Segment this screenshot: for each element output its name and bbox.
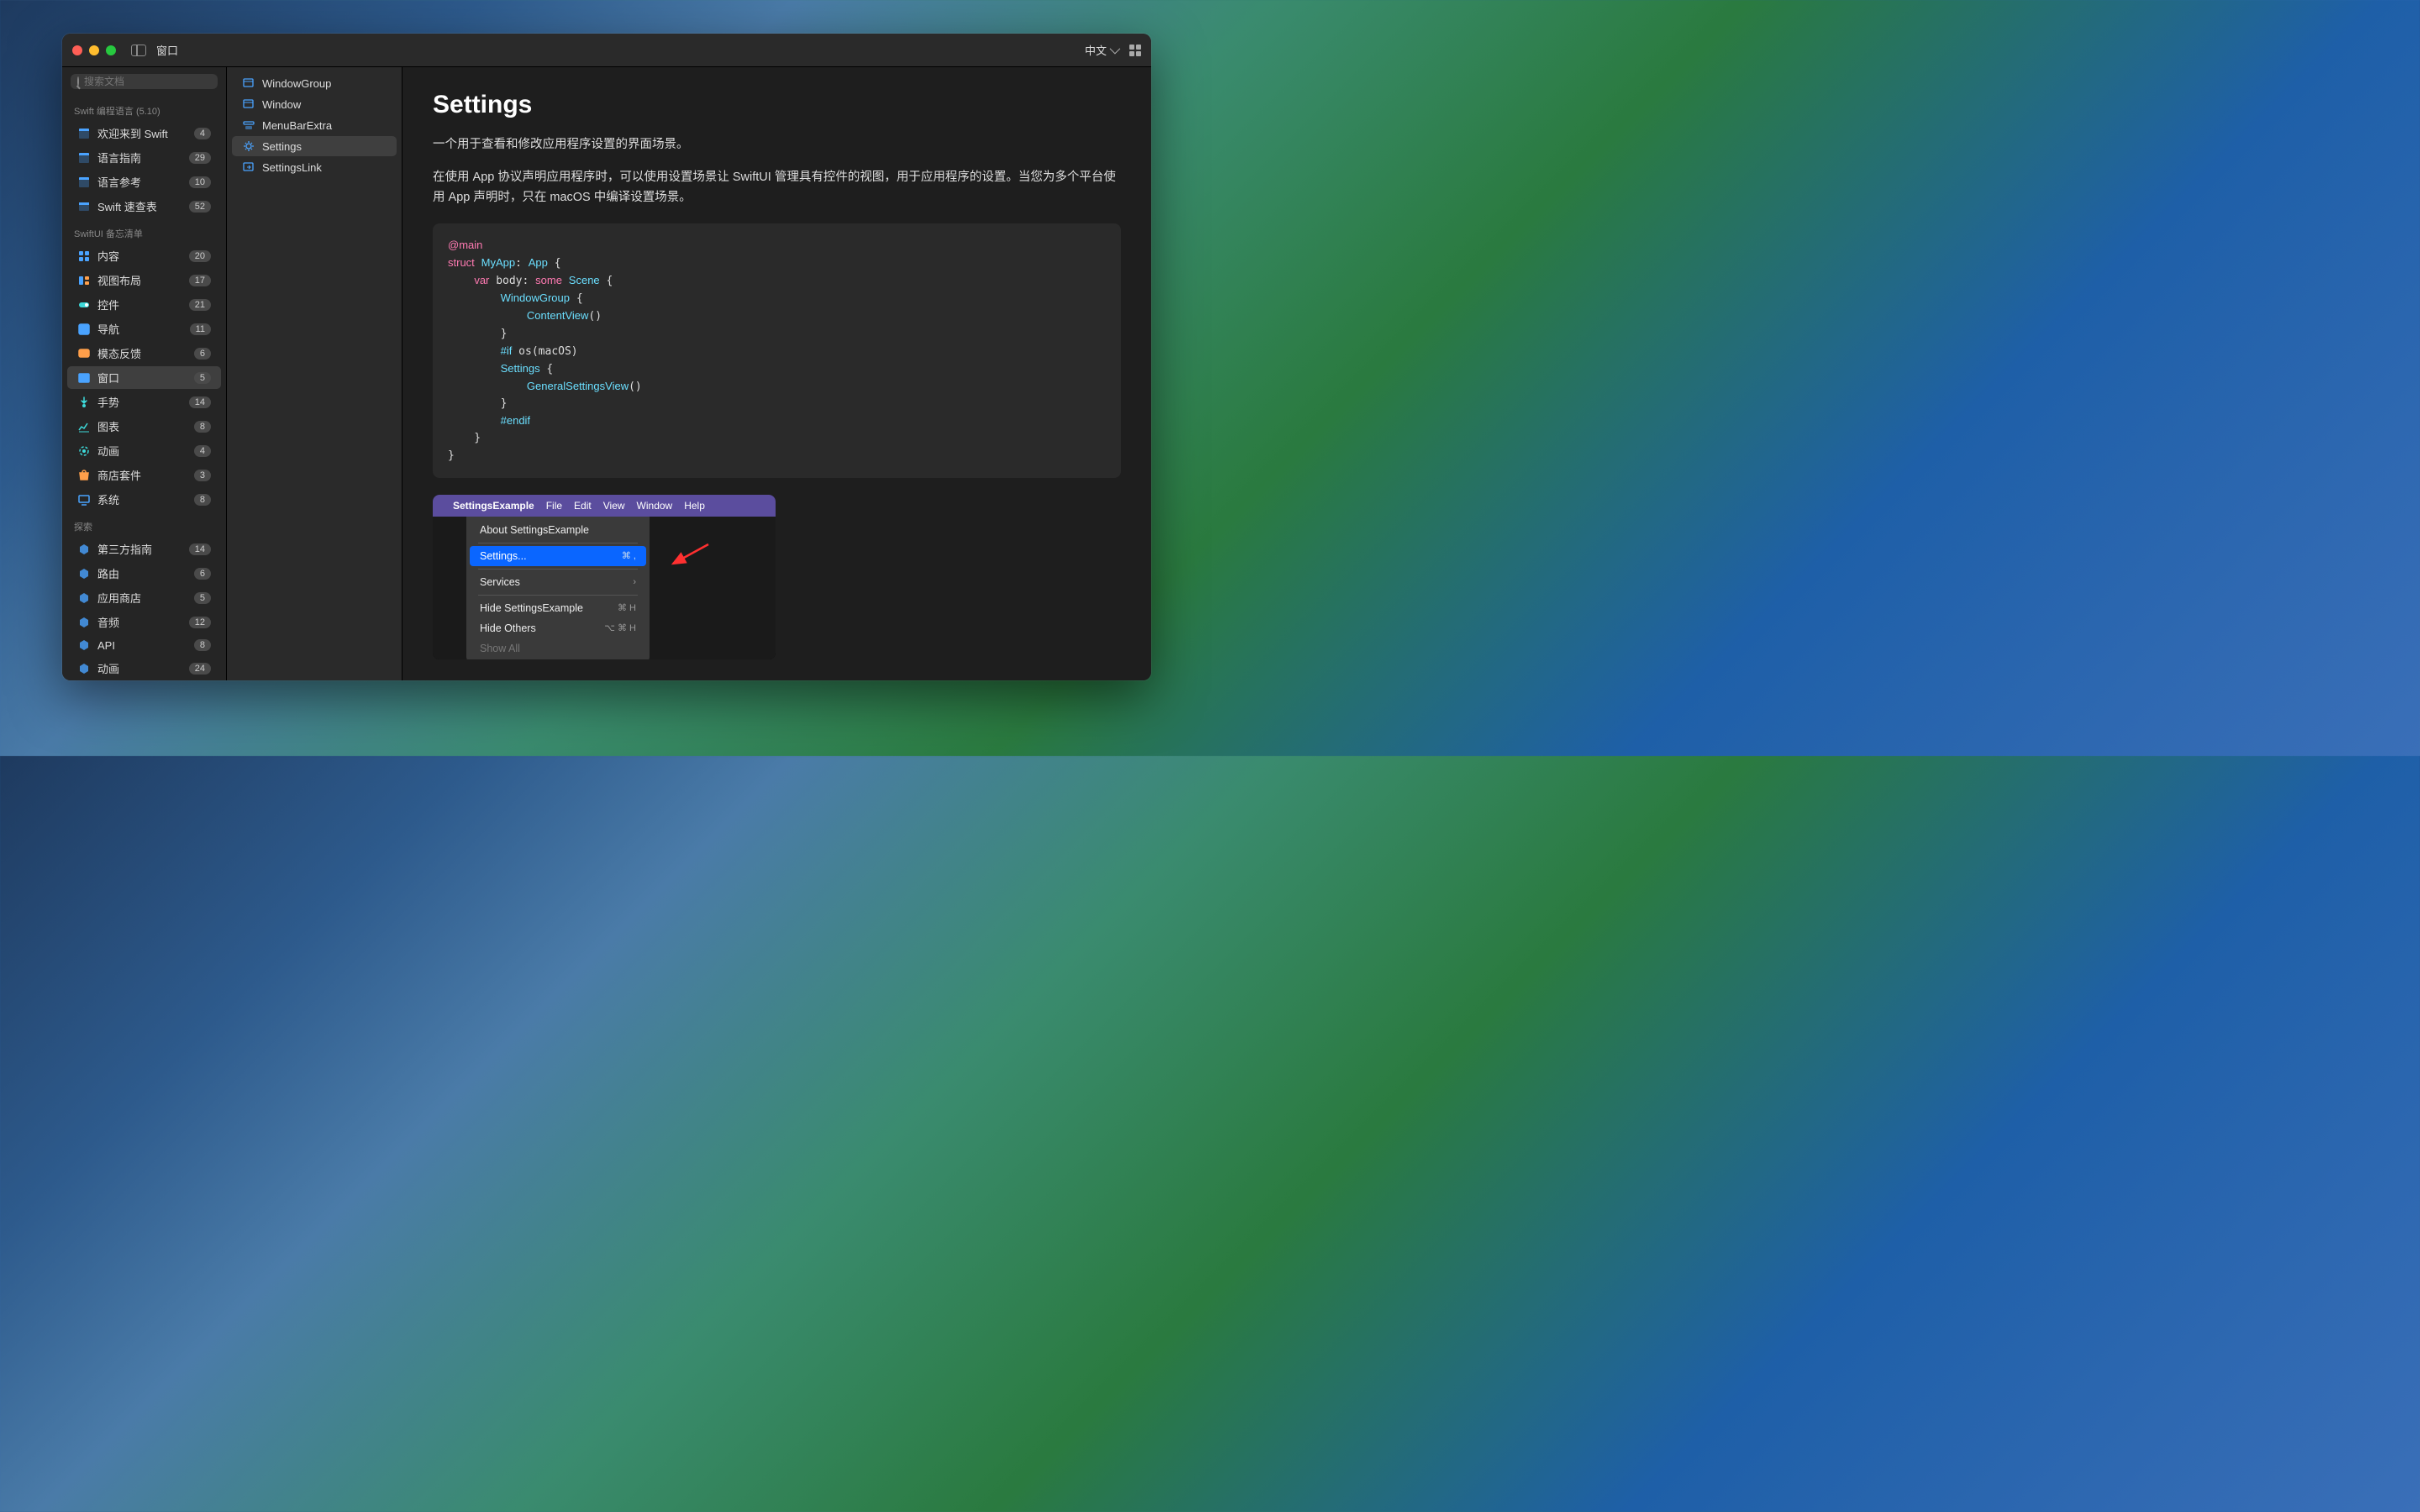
section-header-explore: 探索 <box>62 512 226 537</box>
menu-help: Help <box>684 500 705 512</box>
sidebar-item-window[interactable]: 窗口5 <box>67 366 221 389</box>
grid-icon[interactable] <box>1129 45 1141 56</box>
topic-list: WindowGroup Window MenuBarExtra Settings… <box>226 67 402 680</box>
page-description: 一个用于查看和修改应用程序设置的界面场景。 <box>433 134 1121 155</box>
topic-settings[interactable]: Settings <box>232 136 397 156</box>
example-app-name: SettingsExample <box>453 500 534 512</box>
sidebar-item-anim2[interactable]: 动画24 <box>67 657 221 680</box>
sidebar-toggle-icon[interactable] <box>131 45 146 56</box>
page-paragraph: 在使用 App 协议声明应用程序时，可以使用设置场景让 SwiftUI 管理具有… <box>433 167 1121 208</box>
sidebar-item-appstore[interactable]: 应用商店5 <box>67 586 221 609</box>
search-box[interactable] <box>71 74 218 89</box>
sidebar-item-thirdparty[interactable]: 第三方指南14 <box>67 538 221 560</box>
traffic-lights <box>72 45 116 55</box>
app-window: 窗口 中文 Swift 编程语言 (5.10) 欢迎来到 Swift4 语言指南… <box>62 34 1151 680</box>
window-title: 窗口 <box>156 42 178 58</box>
sidebar-item-modal[interactable]: 模态反馈6 <box>67 342 221 365</box>
sidebar-item-content[interactable]: 内容20 <box>67 244 221 267</box>
menu-item-services: Services› <box>470 572 646 592</box>
topic-windowgroup[interactable]: WindowGroup <box>232 73 397 93</box>
menu-item-hide: Hide SettingsExample⌘ H <box>470 598 646 618</box>
sidebar-item-guide[interactable]: 语言指南29 <box>67 146 221 169</box>
example-dropdown: About SettingsExample Settings...⌘ , Ser… <box>466 517 650 659</box>
language-selector[interactable]: 中文 <box>1085 42 1118 58</box>
menu-item-showall: Show All <box>470 638 646 659</box>
topic-window[interactable]: Window <box>232 94 397 114</box>
sidebar-item-layout[interactable]: 视图布局17 <box>67 269 221 291</box>
menu-view: View <box>603 500 625 512</box>
menu-item-hideothers: Hide Others⌥ ⌘ H <box>470 618 646 638</box>
sidebar-item-audio[interactable]: 音频12 <box>67 611 221 633</box>
content-pane: Settings 一个用于查看和修改应用程序设置的界面场景。 在使用 App 协… <box>402 67 1151 680</box>
sidebar-item-gestures[interactable]: 手势14 <box>67 391 221 413</box>
topic-settingslink[interactable]: SettingsLink <box>232 157 397 177</box>
sidebar: Swift 编程语言 (5.10) 欢迎来到 Swift4 语言指南29 语言参… <box>62 67 226 680</box>
minimize-button[interactable] <box>89 45 99 55</box>
menu-item-about: About SettingsExample <box>470 520 646 540</box>
sidebar-item-navigation[interactable]: 导航11 <box>67 318 221 340</box>
topic-menubarextra[interactable]: MenuBarExtra <box>232 115 397 135</box>
sidebar-item-reference[interactable]: 语言参考10 <box>67 171 221 193</box>
example-screenshot: SettingsExample File Edit View Window He… <box>433 495 776 659</box>
sidebar-item-routing[interactable]: 路由6 <box>67 562 221 585</box>
menu-file: File <box>546 500 562 512</box>
titlebar: 窗口 中文 <box>62 34 1151 67</box>
menu-item-settings: Settings...⌘ , <box>470 546 646 566</box>
section-header-swift: Swift 编程语言 (5.10) <box>62 96 226 121</box>
sidebar-item-controls[interactable]: 控件21 <box>67 293 221 316</box>
example-menubar: SettingsExample File Edit View Window He… <box>433 495 776 517</box>
sidebar-item-storekit[interactable]: 商店套件3 <box>67 464 221 486</box>
code-block[interactable]: @main struct MyApp: App { var body: some… <box>433 223 1121 478</box>
close-button[interactable] <box>72 45 82 55</box>
sidebar-item-cheatsheet[interactable]: Swift 速查表52 <box>67 195 221 218</box>
sidebar-item-welcome[interactable]: 欢迎来到 Swift4 <box>67 122 221 144</box>
section-header-swiftui: SwiftUI 备忘清单 <box>62 218 226 244</box>
sidebar-item-charts[interactable]: 图表8 <box>67 415 221 438</box>
maximize-button[interactable] <box>106 45 116 55</box>
menu-edit: Edit <box>574 500 592 512</box>
sidebar-item-system[interactable]: 系统8 <box>67 488 221 511</box>
page-title: Settings <box>433 91 1121 119</box>
sidebar-item-animation[interactable]: 动画4 <box>67 439 221 462</box>
menu-window: Window <box>637 500 673 512</box>
search-input[interactable] <box>84 76 214 87</box>
sidebar-item-api[interactable]: API8 <box>67 635 221 655</box>
search-icon <box>77 76 79 87</box>
